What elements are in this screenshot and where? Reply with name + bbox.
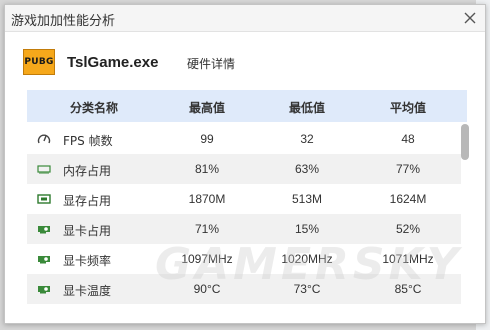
row-label: 内存占用 <box>63 164 112 178</box>
row-label: 显卡温度 <box>63 284 112 298</box>
row-avg-value: 77% <box>395 162 421 176</box>
title-bar: 游戏加加性能分析 <box>5 5 485 32</box>
table-row: 显存占用 1870M 513M 1624M <box>27 184 461 214</box>
row-label: 显卡占用 <box>63 224 112 238</box>
row-avg-value: 85°C <box>394 282 422 296</box>
row-label: 显卡频率 <box>63 254 112 268</box>
close-button[interactable] <box>461 9 479 27</box>
table-scrollbar[interactable] <box>461 124 469 304</box>
row-max-value: 71% <box>194 222 220 236</box>
vram-icon <box>37 194 51 204</box>
memory-icon <box>37 165 51 174</box>
gpu-card-icon <box>38 286 50 294</box>
window-title: 游戏加加性能分析 <box>11 14 116 29</box>
gpu-card-icon <box>38 226 50 234</box>
gpu-card-icon <box>38 256 50 264</box>
row-avg-value: 52% <box>395 222 421 236</box>
hardware-details-label: 硬件详情 <box>187 57 236 71</box>
table-row: 显卡占用 71% 15% 52% <box>27 214 461 244</box>
row-min-value: 513M <box>291 192 323 206</box>
row-max-value: 99 <box>200 132 214 146</box>
row-avg-value: 1071MHz <box>382 252 434 266</box>
pubg-logo: PUBG <box>23 49 55 75</box>
row-min-value: 73°C <box>293 282 321 296</box>
stats-table: 分类名称 最高值 最低值 平均值 FPS 帧数 99 32 48 内存占用 81… <box>27 90 471 304</box>
row-max-value: 81% <box>194 162 220 176</box>
table-row: 内存占用 81% 63% 77% <box>27 154 461 184</box>
row-label: 显存占用 <box>63 194 112 208</box>
row-avg-value: 1624M <box>389 192 427 206</box>
scrollbar-thumb[interactable] <box>461 124 469 160</box>
column-header-avg: 平均值 <box>389 101 426 115</box>
gauge-icon <box>37 134 51 144</box>
column-header-min: 最低值 <box>288 101 325 115</box>
close-icon <box>464 12 476 24</box>
row-label: FPS 帧数 <box>63 134 113 148</box>
row-max-value: 1097MHz <box>181 252 233 266</box>
table-row: 显卡温度 90°C 73°C 85°C <box>27 274 461 304</box>
column-header-max: 最高值 <box>188 101 225 115</box>
process-name: TslGame.exe <box>67 54 159 71</box>
table-row: 显卡频率 1097MHz 1020MHz 1071MHz <box>27 244 461 274</box>
table-row: FPS 帧数 99 32 48 <box>27 124 461 154</box>
column-header-category: 分类名称 <box>69 101 118 115</box>
table-header: 分类名称 最高值 最低值 平均值 <box>27 90 467 122</box>
row-min-value: 32 <box>300 132 314 146</box>
row-min-value: 63% <box>294 162 320 176</box>
row-avg-value: 48 <box>401 132 415 146</box>
row-max-value: 90°C <box>193 282 221 296</box>
row-min-value: 1020MHz <box>281 252 333 266</box>
row-min-value: 15% <box>294 222 320 236</box>
dialog-window: 游戏加加性能分析 PUBG TslGame.exe 硬件详情 分类名称 最高值 … <box>4 4 486 324</box>
row-max-value: 1870M <box>188 192 226 206</box>
